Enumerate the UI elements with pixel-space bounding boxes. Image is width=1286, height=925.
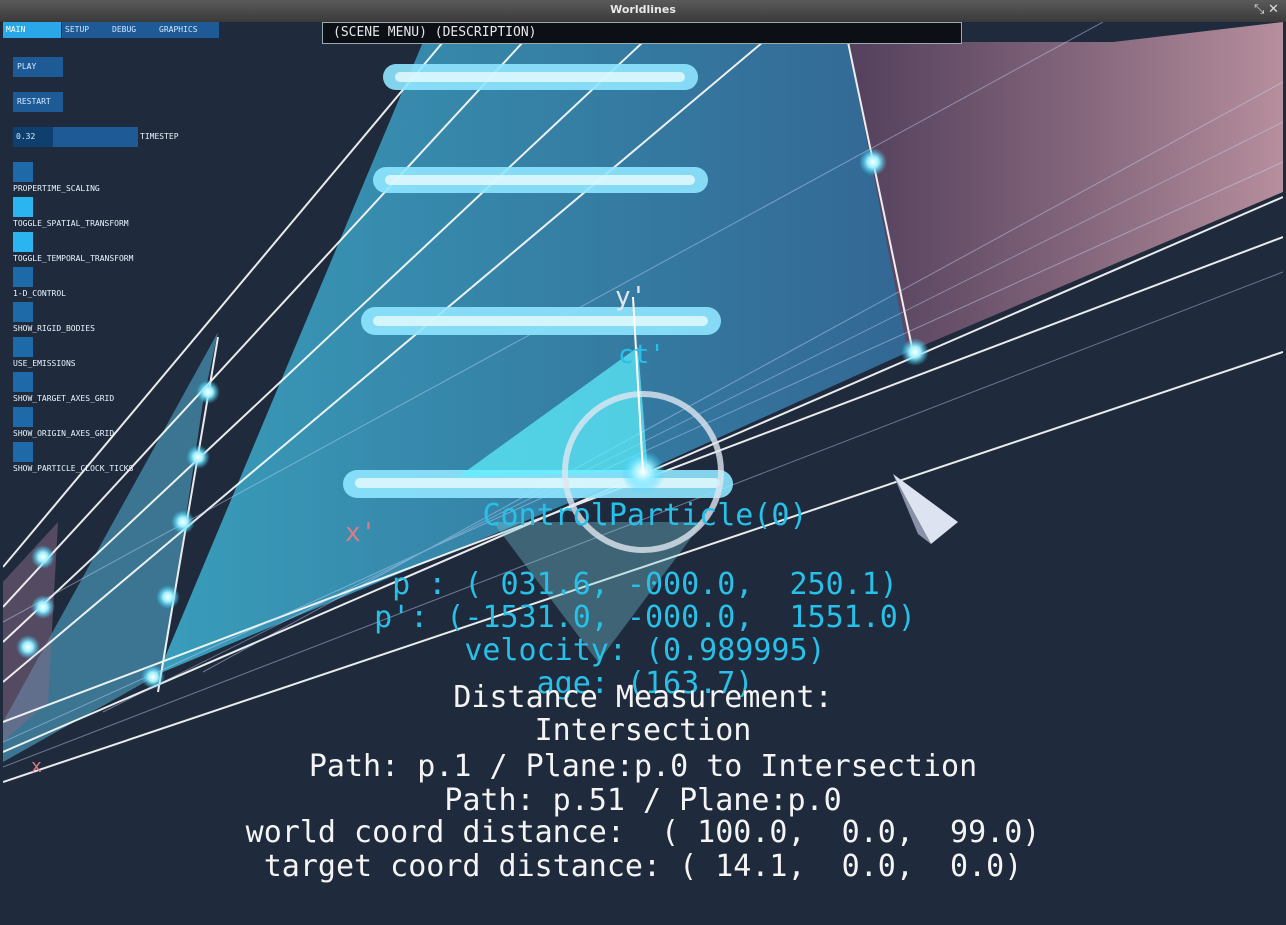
toggle-show-rigid-bodies[interactable]: [13, 302, 33, 322]
measurement-type: Intersection: [534, 713, 752, 748]
toggle-label: TOGGLE_SPATIAL_TRANSFORM: [13, 219, 129, 228]
toggle-use-emissions[interactable]: [13, 337, 33, 357]
toggle-1d-control[interactable]: [13, 267, 33, 287]
timestep-value: 0.32: [16, 132, 36, 141]
toggle-show-origin-axes-grid[interactable]: [13, 407, 33, 427]
particle-position: p : ( 031.6, -000.0, 250.1): [392, 567, 898, 602]
measurement-path2: Path: p.51 / Plane:p.0: [444, 783, 842, 818]
toggle-spatial-transform[interactable]: [13, 197, 33, 217]
toggle-label: TOGGLE_TEMPORAL_TRANSFORM: [13, 254, 134, 263]
measurement-target-distance: target coord distance: ( 14.1, 0.0, 0.0): [263, 849, 1023, 884]
toggle-label: SHOW_RIGID_BODIES: [13, 324, 95, 333]
measurement-world-distance: world coord distance: ( 100.0, 0.0, 99.0…: [245, 815, 1041, 850]
tab-setup[interactable]: SETUP: [62, 22, 109, 38]
toggle-label: PROPERTIME_SCALING: [13, 184, 100, 193]
play-button[interactable]: PLAY: [13, 57, 63, 77]
axis-y-prime: y': [615, 282, 647, 312]
toggle-temporal-transform[interactable]: [13, 232, 33, 252]
tab-debug[interactable]: DEBUG: [109, 22, 156, 38]
toggle-label: SHOW_PARTICLE_CLOCK_TICKS: [13, 464, 134, 473]
window-titlebar: Worldlines ⤡ ✕: [0, 0, 1286, 23]
toggle-label: SHOW_TARGET_AXES_GRID: [13, 394, 115, 403]
particle-name: ControlParticle(0): [482, 498, 808, 533]
toggle-show-target-axes-grid[interactable]: [13, 372, 33, 392]
toggle-show-particle-clock-ticks[interactable]: [13, 442, 33, 462]
tab-main[interactable]: MAIN: [3, 22, 61, 38]
timestep-label: TIMESTEP: [140, 132, 179, 141]
particle-position-prime: p': (-1531.0, -000.0, 1551.0): [374, 600, 916, 635]
restart-button[interactable]: RESTART: [13, 92, 63, 112]
tab-graphics[interactable]: GRAPHICS: [156, 22, 219, 38]
timestep-slider[interactable]: 0.32: [13, 127, 138, 147]
axis-ct-prime: ct': [618, 340, 665, 370]
measurement-heading: Distance Measurement:: [453, 680, 833, 715]
maximize-icon[interactable]: ⤡: [1254, 2, 1264, 17]
toggle-label: USE_EMISSIONS: [13, 359, 76, 368]
particle-velocity: velocity: (0.989995): [464, 633, 826, 668]
close-icon[interactable]: ✕: [1268, 2, 1279, 17]
toggle-label: 1-D_CONTROL: [13, 289, 66, 298]
window-title: Worldlines: [610, 3, 676, 16]
measurement-path1: Path: p.1 / Plane:p.0 to Intersection: [308, 749, 978, 784]
toggle-label: SHOW_ORIGIN_AXES_GRID: [13, 429, 115, 438]
scene-menu-bar[interactable]: (SCENE MENU) (DESCRIPTION): [322, 22, 962, 44]
plane-pink: [848, 22, 1283, 352]
toggle-propertime-scaling[interactable]: [13, 162, 33, 182]
